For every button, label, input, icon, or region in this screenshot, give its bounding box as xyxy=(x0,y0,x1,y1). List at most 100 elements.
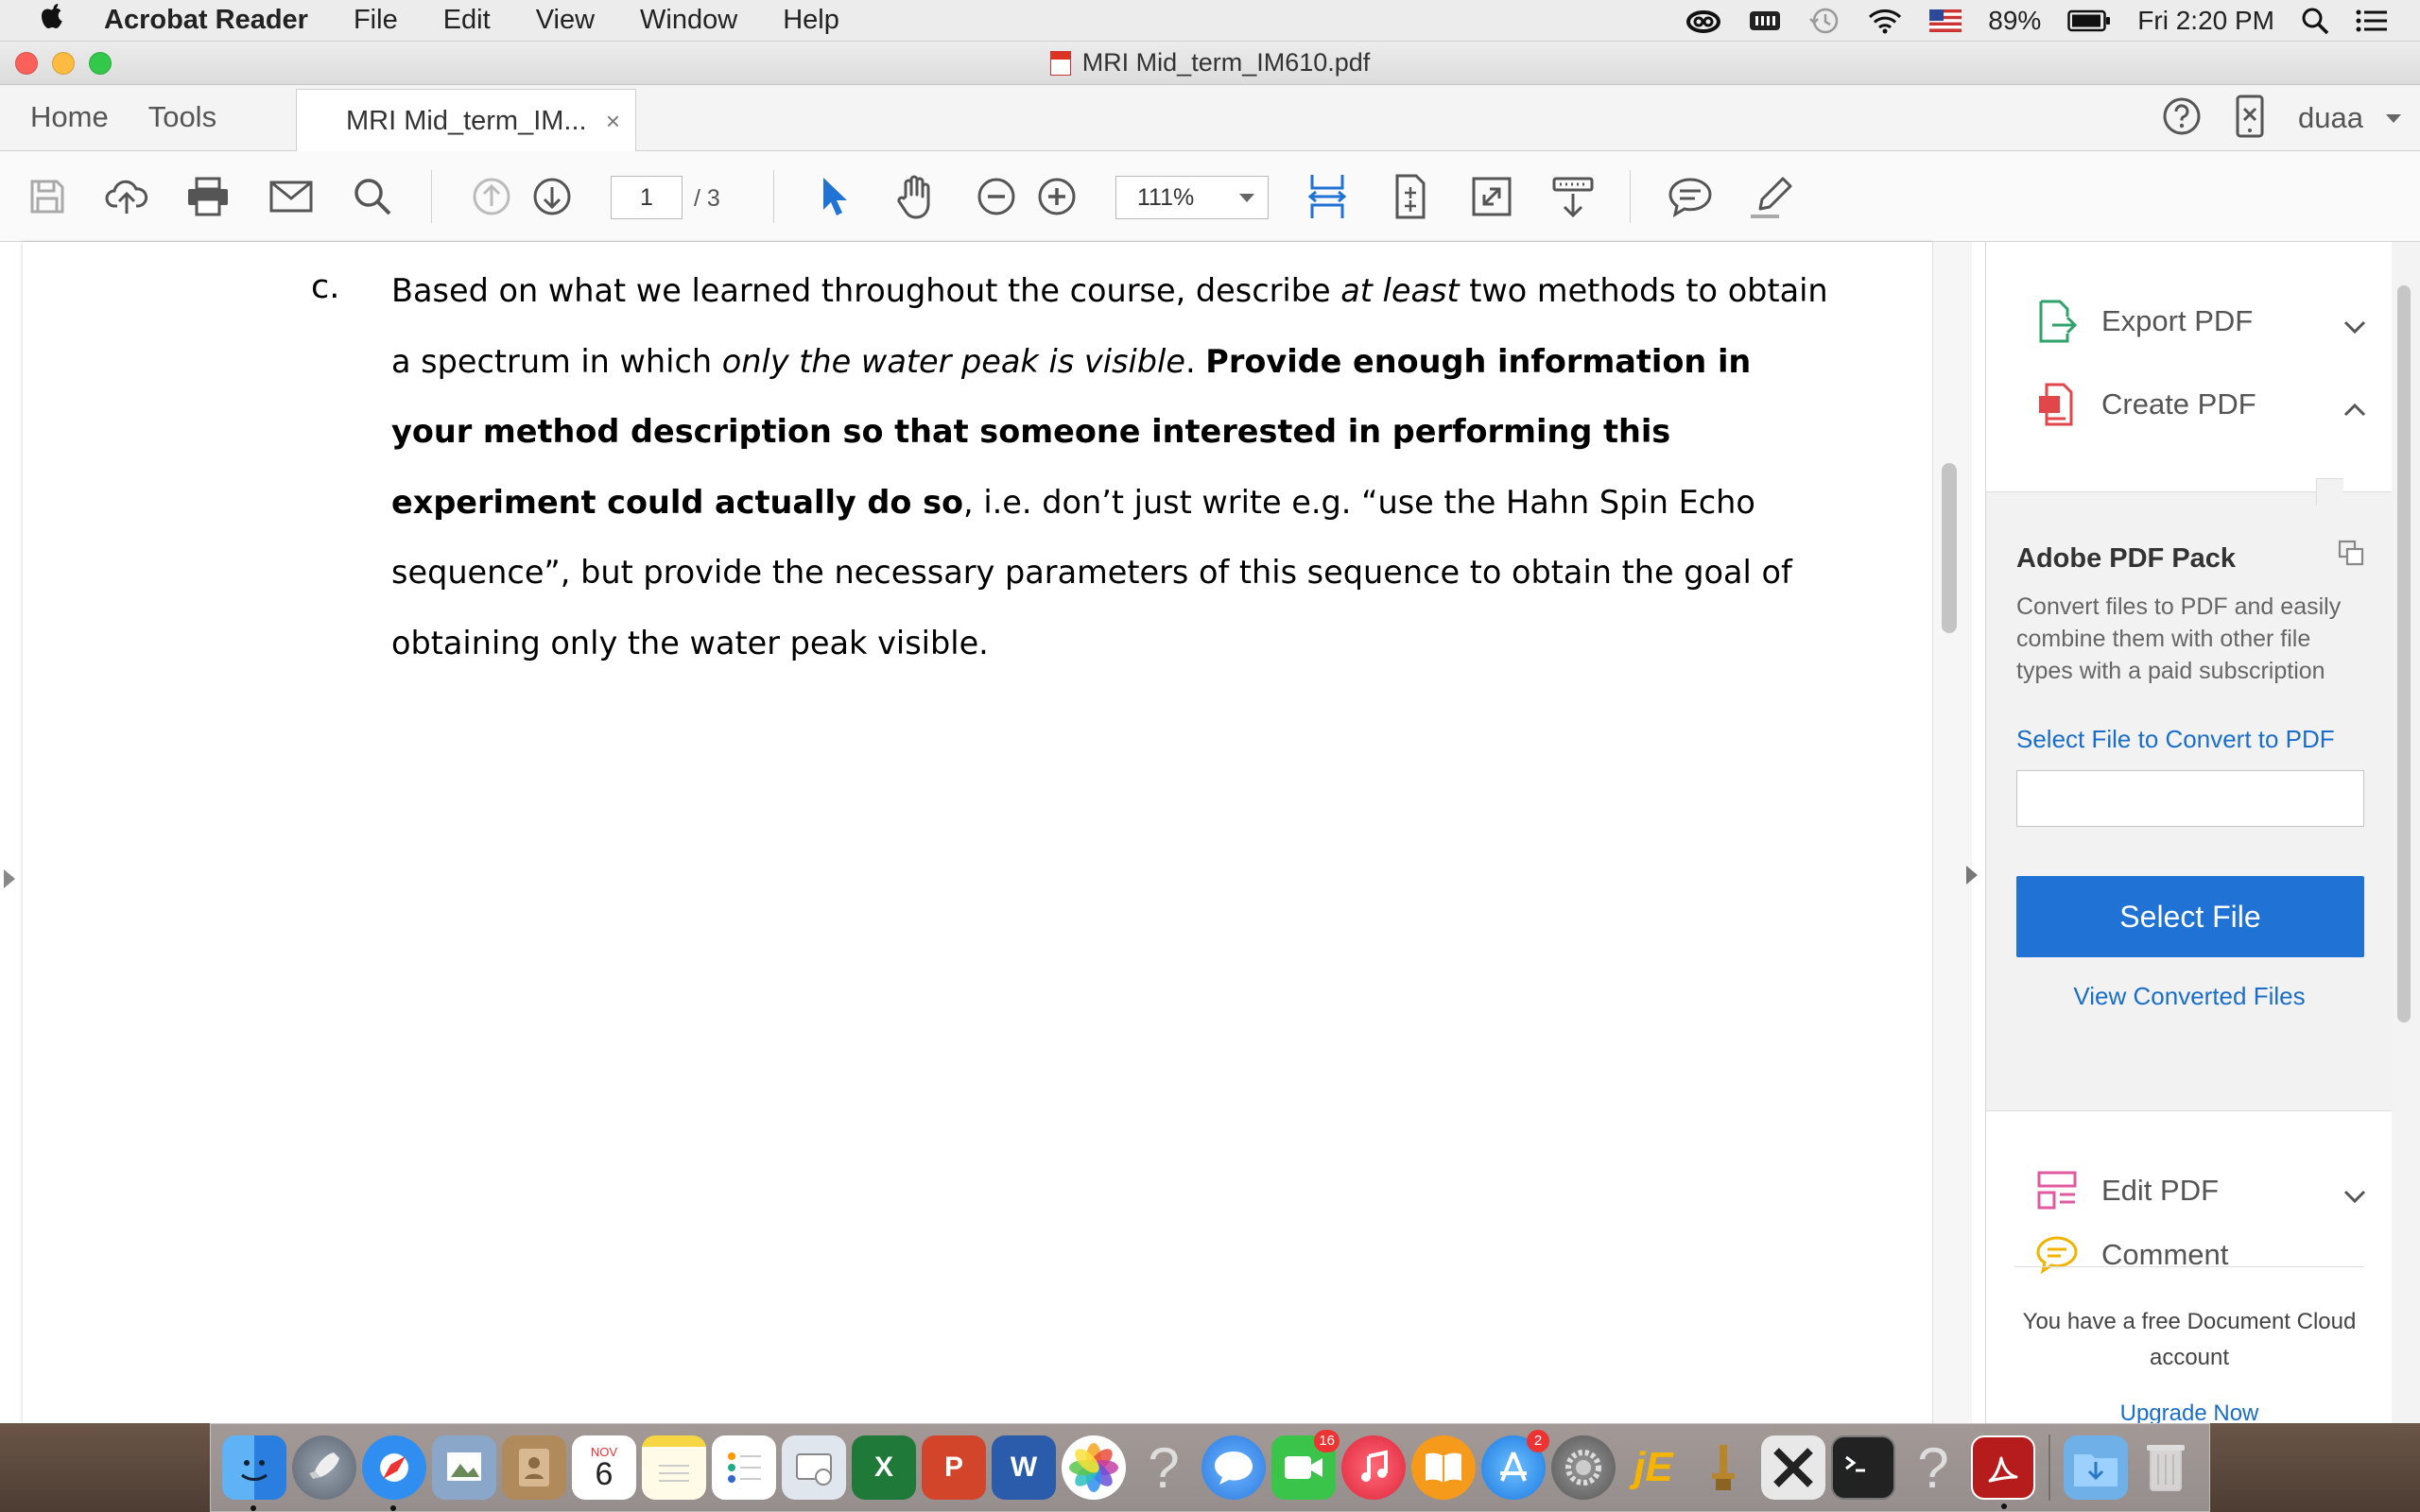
downloads-folder-icon[interactable] xyxy=(2064,1435,2128,1500)
zoom-out-icon[interactable] xyxy=(972,172,1021,221)
rotate-view-icon[interactable] xyxy=(1386,172,1435,221)
chevron-down-icon[interactable] xyxy=(2343,308,2366,342)
jedit-icon[interactable]: jE xyxy=(1621,1435,1685,1500)
system-preferences-icon[interactable] xyxy=(1551,1435,1616,1500)
read-mode-icon[interactable] xyxy=(1548,172,1598,221)
tool-edit-pdf[interactable]: Edit PDF xyxy=(1986,1149,2393,1232)
mobile-link-icon[interactable] xyxy=(2234,94,2266,143)
comment-tool-icon xyxy=(2035,1233,2079,1277)
safari-icon[interactable] xyxy=(362,1435,426,1511)
menu-help[interactable]: Help xyxy=(760,5,862,36)
facetime-icon[interactable]: 16 xyxy=(1271,1430,1340,1500)
instruments-icon[interactable] xyxy=(1691,1435,1755,1500)
chevron-up-icon[interactable] xyxy=(2343,391,2366,425)
highlight-pen-icon[interactable] xyxy=(1747,172,1796,221)
copy-icon[interactable] xyxy=(2338,540,2366,573)
reminders-icon[interactable] xyxy=(712,1435,776,1500)
zoom-level-select[interactable]: 111% xyxy=(1115,176,1269,219)
contacts-icon[interactable] xyxy=(502,1435,566,1500)
calendar-icon[interactable]: NOV 6 xyxy=(572,1435,636,1500)
document-scrollbar-thumb[interactable] xyxy=(1942,463,1957,633)
fit-width-icon[interactable] xyxy=(1303,172,1352,221)
tool-comment[interactable]: Comment xyxy=(1986,1232,2393,1278)
tab-home[interactable]: Home xyxy=(0,84,139,150)
creative-cloud-icon[interactable] xyxy=(1685,0,1721,42)
messages-icon[interactable] xyxy=(1201,1435,1266,1500)
notification-center-icon[interactable] xyxy=(2356,0,2388,42)
full-screen-icon[interactable] xyxy=(1467,172,1516,221)
acrobat-reader-icon[interactable] xyxy=(1971,1435,2035,1509)
close-window-button[interactable] xyxy=(15,52,38,75)
user-menu[interactable]: duaa xyxy=(2298,101,2401,135)
unknown-app-icon[interactable]: ? xyxy=(1132,1435,1196,1500)
app-store-icon[interactable]: 2 xyxy=(1481,1430,1549,1500)
select-file-link[interactable]: Select File to Convert to PDF xyxy=(2016,725,2335,754)
itunes-icon[interactable] xyxy=(1341,1435,1406,1500)
unknown-app-icon[interactable]: ? xyxy=(1901,1435,1965,1500)
file-path-input[interactable] xyxy=(2016,770,2364,827)
page-number-input[interactable]: 1 xyxy=(611,176,683,219)
pdf-file-icon xyxy=(1049,50,1071,76)
apple-menu-icon[interactable] xyxy=(0,2,104,40)
menu-view[interactable]: View xyxy=(513,5,617,36)
save-icon[interactable] xyxy=(23,172,72,221)
pane-divider xyxy=(2014,1266,2364,1267)
notes-icon[interactable] xyxy=(642,1435,706,1500)
finder-icon[interactable] xyxy=(222,1435,286,1511)
print-icon[interactable] xyxy=(183,172,233,221)
menu-window[interactable]: Window xyxy=(617,5,760,36)
view-converted-files-link[interactable]: View Converted Files xyxy=(1986,982,2393,1011)
search-icon[interactable] xyxy=(348,172,397,221)
tools-pane-scrollbar-thumb[interactable] xyxy=(2397,285,2411,1022)
preview-icon[interactable] xyxy=(432,1435,496,1500)
help-icon[interactable] xyxy=(2162,96,2202,141)
hand-tool-icon[interactable] xyxy=(890,172,940,221)
powerpoint-icon[interactable]: P xyxy=(922,1435,986,1500)
question-text: Based on what we learned throughout the … xyxy=(391,256,1838,679)
facetime-badge: 16 xyxy=(1314,1430,1340,1452)
tab-document[interactable]: MRI Mid_term_IM... × xyxy=(296,89,636,152)
clock[interactable]: Fri 2:20 PM xyxy=(2137,6,2274,36)
photo-booth-icon[interactable] xyxy=(782,1435,846,1500)
upgrade-now-link[interactable]: Upgrade Now xyxy=(1986,1400,2393,1423)
menu-file[interactable]: File xyxy=(331,5,421,36)
tools-pane-scrollbar[interactable] xyxy=(2392,242,2420,1423)
wifi-icon[interactable] xyxy=(1867,0,1903,42)
terminal-icon[interactable] xyxy=(1831,1435,1895,1500)
maximize-window-button[interactable] xyxy=(89,52,112,75)
time-machine-icon[interactable] xyxy=(1808,0,1841,42)
comment-icon[interactable] xyxy=(1666,172,1715,221)
minimize-window-button[interactable] xyxy=(52,52,75,75)
previous-page-icon[interactable] xyxy=(467,172,516,221)
ibooks-icon[interactable] xyxy=(1411,1435,1476,1500)
spotlight-icon[interactable] xyxy=(2301,0,2329,42)
tab-document-label: MRI Mid_term_IM... xyxy=(346,105,587,136)
right-panel-toggle-icon[interactable] xyxy=(1966,866,1978,885)
menu-app-name[interactable]: Acrobat Reader xyxy=(104,5,331,36)
chevron-down-icon[interactable] xyxy=(2343,1177,2366,1211)
word-icon[interactable]: W xyxy=(992,1435,1056,1500)
memory-icon[interactable] xyxy=(1748,0,1782,42)
document-scrollbar[interactable] xyxy=(1932,242,1972,1423)
menu-edit[interactable]: Edit xyxy=(421,5,513,36)
battery-icon[interactable] xyxy=(2067,0,2111,42)
photos-icon[interactable] xyxy=(1062,1435,1126,1500)
next-page-icon[interactable] xyxy=(527,172,577,221)
launchpad-icon[interactable] xyxy=(292,1435,356,1500)
upload-cloud-icon[interactable] xyxy=(102,172,151,221)
select-cursor-icon[interactable] xyxy=(809,172,858,221)
close-tab-icon[interactable]: × xyxy=(606,107,620,136)
select-file-button[interactable]: Select File xyxy=(2016,876,2364,957)
excel-icon[interactable]: X xyxy=(852,1435,916,1500)
tab-tools[interactable]: Tools xyxy=(139,84,247,150)
xquartz-icon[interactable] xyxy=(1761,1435,1825,1500)
zoom-in-icon[interactable] xyxy=(1032,172,1081,221)
tool-create-pdf[interactable]: Create PDF xyxy=(1986,363,2393,446)
document-viewport[interactable]: c. Based on what we learned throughout t… xyxy=(0,242,1972,1423)
trash-icon[interactable] xyxy=(2134,1435,2198,1500)
left-panel-toggle-icon[interactable] xyxy=(4,869,15,888)
us-flag-icon[interactable] xyxy=(1929,0,1962,42)
pdf-pack-title: Adobe PDF Pack xyxy=(2016,543,2237,574)
email-icon[interactable] xyxy=(267,172,316,221)
tool-export-pdf[interactable]: Export PDF xyxy=(1986,280,2393,363)
